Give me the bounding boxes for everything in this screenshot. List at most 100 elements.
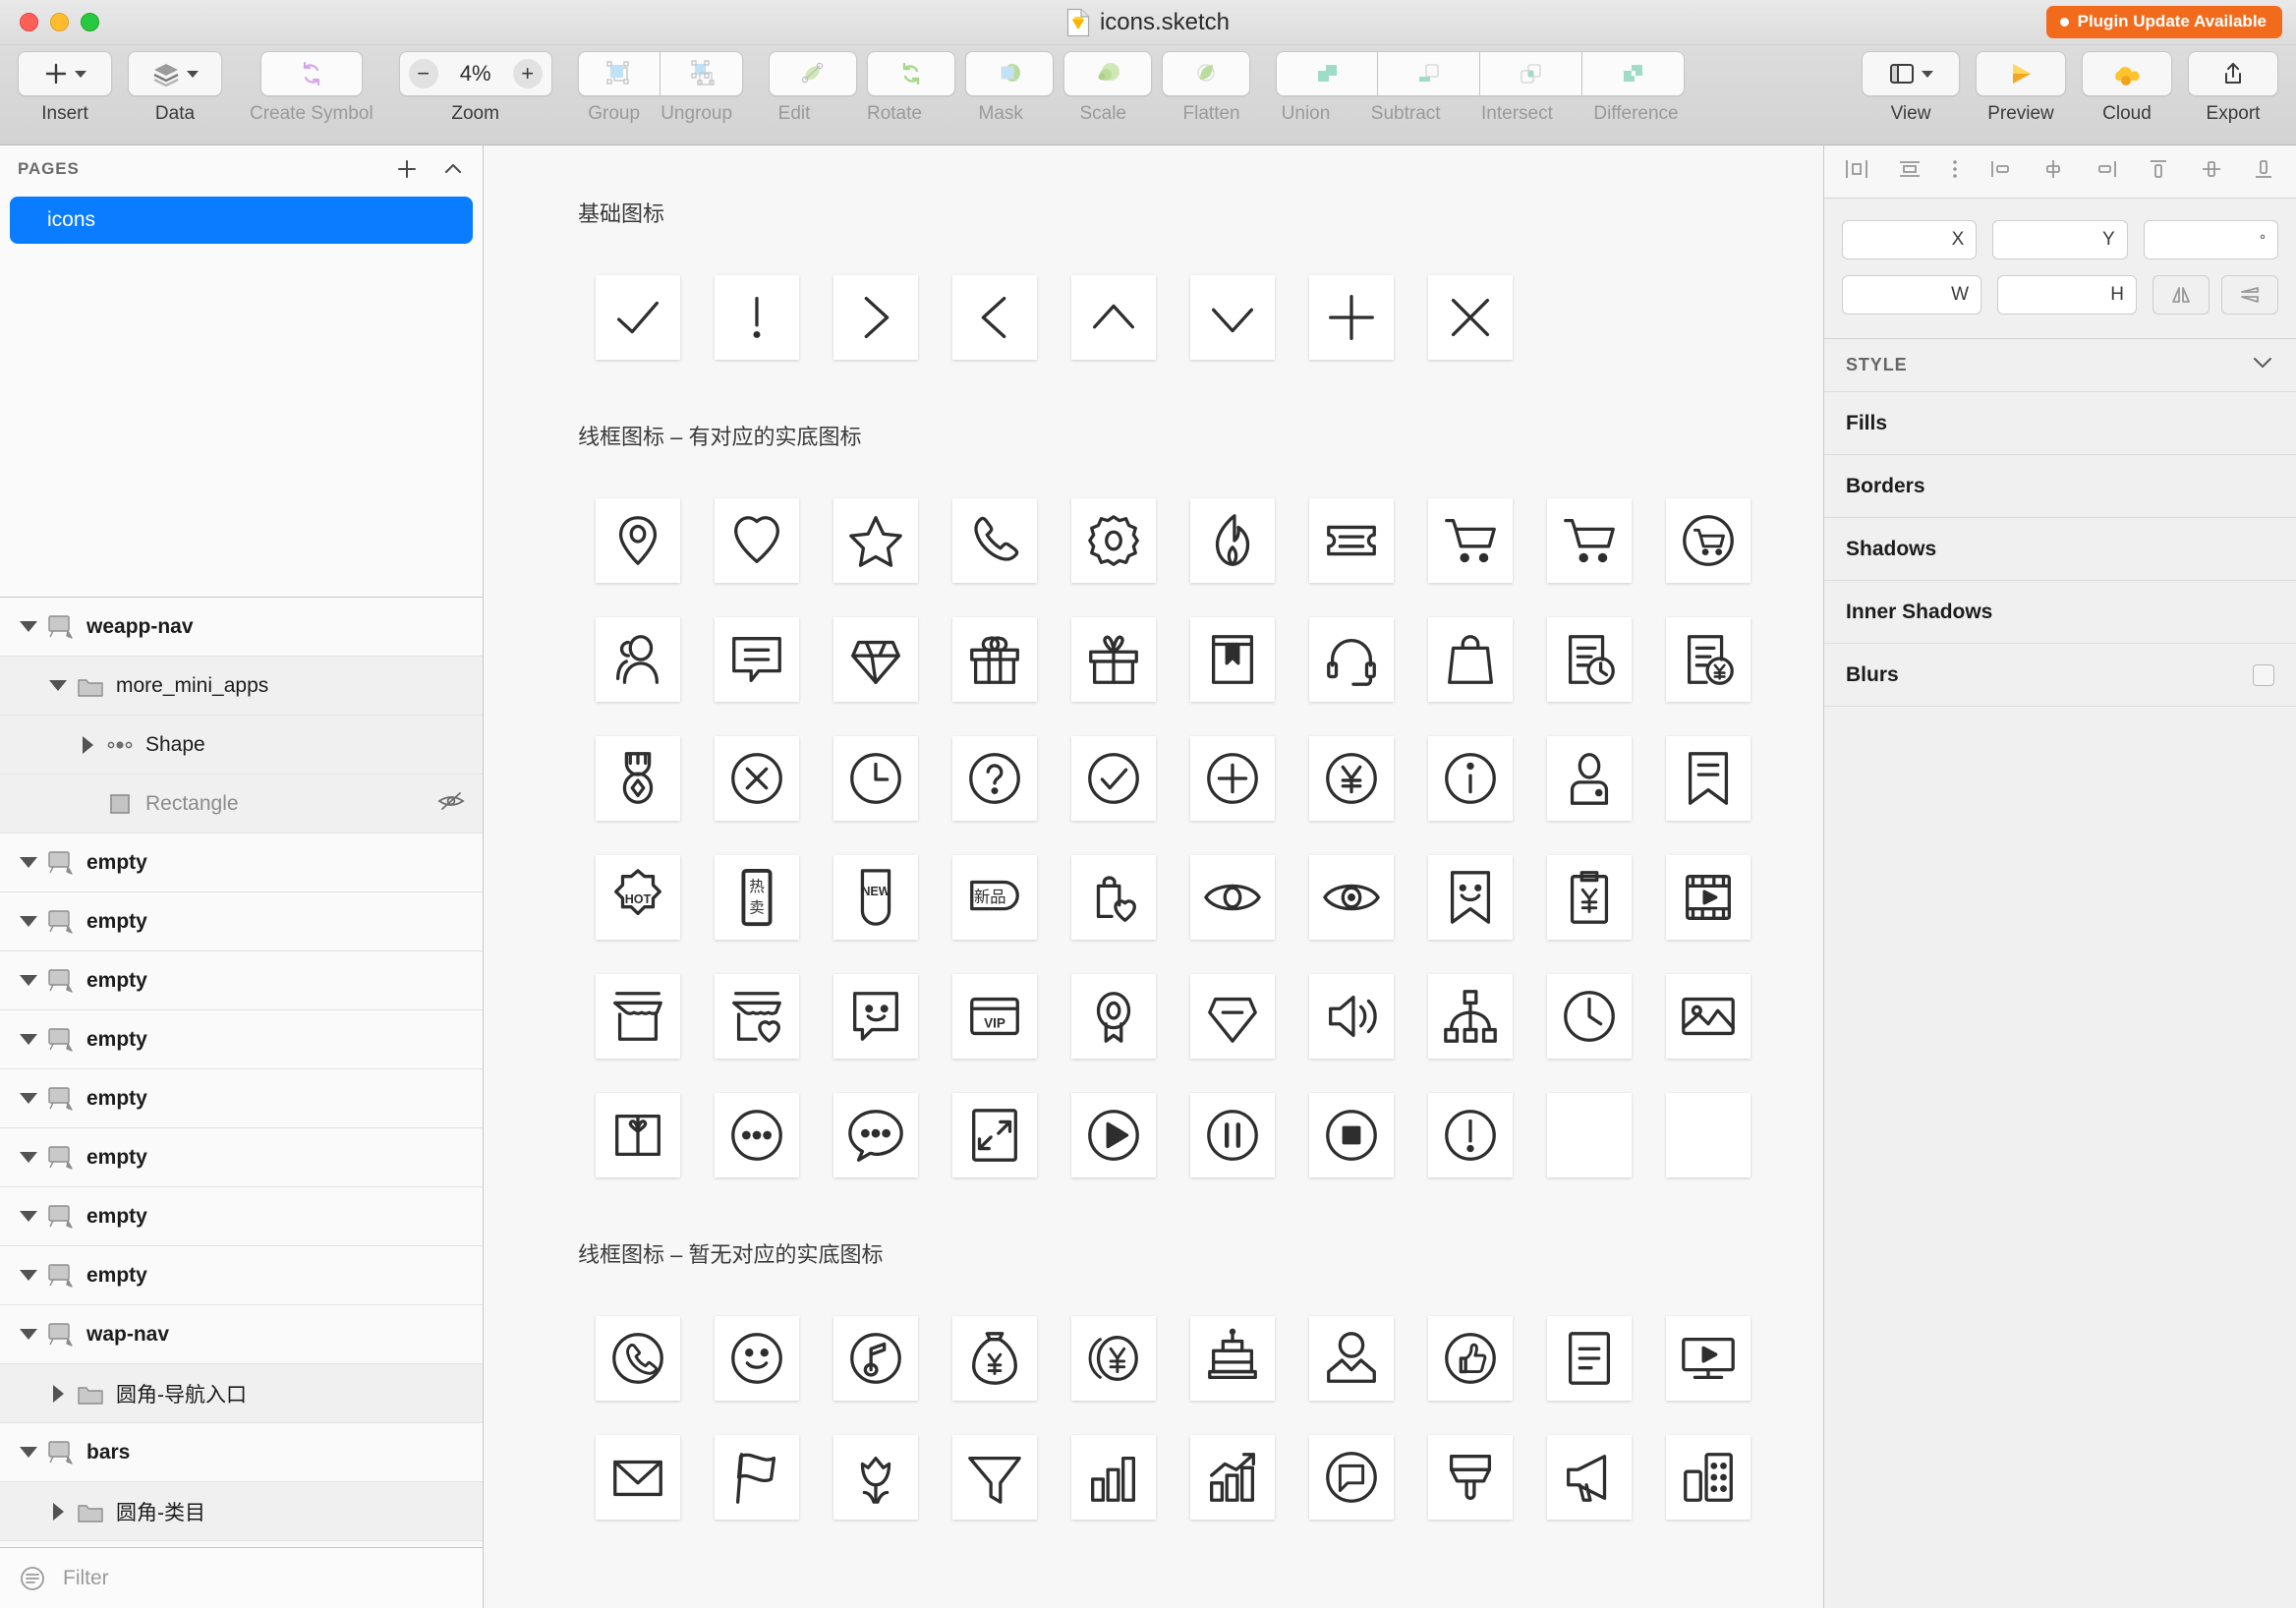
- plus-circle-icon[interactable]: [1190, 736, 1275, 821]
- heart-icon[interactable]: [715, 498, 799, 583]
- icon-cell[interactable]: [578, 1417, 697, 1536]
- icon-cell[interactable]: [1648, 956, 1767, 1075]
- blank-icon[interactable]: [1666, 1093, 1751, 1177]
- disclosure-triangle-collapsed[interactable]: [75, 736, 100, 754]
- icon-cell[interactable]: [1173, 1298, 1292, 1417]
- style-row-checkbox[interactable]: [2253, 664, 2274, 686]
- icon-cell[interactable]: [1292, 481, 1410, 600]
- gift-icon[interactable]: [952, 617, 1037, 702]
- icon-cell[interactable]: [1292, 258, 1410, 376]
- preview-button[interactable]: [1976, 51, 2066, 96]
- icon-cell[interactable]: [1292, 718, 1410, 837]
- style-row[interactable]: Shadows: [1824, 518, 2296, 581]
- layer-row[interactable]: empty: [0, 1010, 483, 1069]
- style-section-header[interactable]: STYLE: [1824, 339, 2296, 392]
- icon-cell[interactable]: [1410, 600, 1529, 718]
- disclosure-triangle-expanded[interactable]: [16, 1093, 41, 1104]
- icon-cell[interactable]: [816, 718, 935, 837]
- star-icon[interactable]: [833, 498, 918, 583]
- gear-icon[interactable]: [1071, 498, 1156, 583]
- check-icon[interactable]: [596, 275, 680, 360]
- disclosure-triangle-expanded[interactable]: [16, 975, 41, 986]
- layer-row[interactable]: weapp-nav: [0, 598, 483, 657]
- layer-row[interactable]: empty: [0, 1069, 483, 1128]
- filter-input[interactable]: Filter: [63, 1567, 109, 1590]
- icon-cell[interactable]: [697, 956, 816, 1075]
- style-row[interactable]: Inner Shadows: [1824, 581, 2296, 644]
- icon-cell[interactable]: [1529, 1417, 1648, 1536]
- clock-icon[interactable]: [1547, 974, 1632, 1059]
- icon-cell[interactable]: [1292, 956, 1410, 1075]
- icon-cell[interactable]: [1529, 1298, 1648, 1417]
- icon-cell[interactable]: [578, 718, 697, 837]
- plus-icon[interactable]: [394, 156, 420, 182]
- chart-up-icon[interactable]: [1190, 1435, 1275, 1520]
- icon-cell[interactable]: [578, 956, 697, 1075]
- icon-cell[interactable]: [1054, 600, 1173, 718]
- exclamation-icon[interactable]: [715, 275, 799, 360]
- icon-cell[interactable]: 新品: [935, 837, 1054, 956]
- store-icon[interactable]: [596, 974, 680, 1059]
- layer-row[interactable]: empty: [0, 833, 483, 892]
- rotation-field[interactable]: °: [2144, 220, 2278, 259]
- width-field[interactable]: W: [1842, 275, 1981, 315]
- icon-cell[interactable]: [1054, 1417, 1173, 1536]
- disclosure-triangle-expanded[interactable]: [16, 1152, 41, 1163]
- layer-row[interactable]: empty: [0, 892, 483, 951]
- icon-cell[interactable]: [1410, 956, 1529, 1075]
- users-icon[interactable]: [596, 617, 680, 702]
- icon-cell[interactable]: [1173, 258, 1292, 376]
- icon-cell[interactable]: [1410, 837, 1529, 956]
- image-icon[interactable]: [1666, 974, 1751, 1059]
- dots-circle-icon[interactable]: [715, 1093, 799, 1177]
- icon-cell[interactable]: [1054, 1075, 1173, 1194]
- document-lines-icon[interactable]: [1547, 1316, 1632, 1401]
- y-field[interactable]: Y: [1992, 220, 2127, 259]
- icon-cell[interactable]: [935, 258, 1054, 376]
- zoom-window-button[interactable]: [81, 13, 99, 31]
- export-button[interactable]: [2188, 51, 2278, 96]
- icon-cell[interactable]: [578, 1075, 697, 1194]
- video-board-icon[interactable]: [1666, 855, 1751, 940]
- pause-circle-icon[interactable]: [1190, 1093, 1275, 1177]
- disclosure-triangle-expanded[interactable]: [16, 857, 41, 868]
- icon-cell[interactable]: [1054, 956, 1173, 1075]
- chat-dots-icon[interactable]: [833, 1093, 918, 1177]
- hidden-eye-icon[interactable]: [435, 789, 467, 813]
- align-bottom-icon[interactable]: [2251, 157, 2276, 186]
- icon-cell[interactable]: [816, 1075, 935, 1194]
- close-x-icon[interactable]: [1428, 275, 1513, 360]
- icon-cell[interactable]: [816, 258, 935, 376]
- disclosure-triangle-expanded[interactable]: [16, 1447, 41, 1458]
- layer-row[interactable]: Rectangle: [0, 775, 483, 833]
- headset-icon[interactable]: [1309, 617, 1394, 702]
- icon-cell[interactable]: [578, 258, 697, 376]
- hot-sale-badge-icon[interactable]: 热卖: [715, 855, 799, 940]
- disclosure-triangle-expanded[interactable]: [45, 680, 71, 691]
- icon-cell[interactable]: [1529, 837, 1648, 956]
- layer-row[interactable]: empty: [0, 1246, 483, 1305]
- portrait-icon[interactable]: [1309, 1316, 1394, 1401]
- data-button[interactable]: [128, 51, 222, 96]
- style-row[interactable]: Blurs: [1824, 644, 2296, 707]
- clock-circle-icon[interactable]: [833, 736, 918, 821]
- icon-cell[interactable]: [1054, 258, 1173, 376]
- medal-icon[interactable]: [596, 736, 680, 821]
- icon-cell[interactable]: [697, 600, 816, 718]
- play-circle-icon[interactable]: [1071, 1093, 1156, 1177]
- icon-cell[interactable]: [578, 1298, 697, 1417]
- icon-cell[interactable]: [816, 1298, 935, 1417]
- icon-cell[interactable]: [1529, 718, 1648, 837]
- icon-cell[interactable]: [1292, 1298, 1410, 1417]
- disclosure-triangle-expanded[interactable]: [16, 1034, 41, 1045]
- align-top-icon[interactable]: [2146, 157, 2171, 186]
- bookmark-box-icon[interactable]: [1190, 617, 1275, 702]
- icon-cell[interactable]: [1292, 1417, 1410, 1536]
- eye-icon[interactable]: [1190, 855, 1275, 940]
- disclosure-triangle-expanded[interactable]: [16, 916, 41, 927]
- close-window-button[interactable]: [20, 13, 38, 31]
- chevron-up-icon[interactable]: [441, 157, 465, 181]
- monitor-play-icon[interactable]: [1666, 1316, 1751, 1401]
- layer-row[interactable]: empty: [0, 1187, 483, 1246]
- icon-cell[interactable]: [1648, 1298, 1767, 1417]
